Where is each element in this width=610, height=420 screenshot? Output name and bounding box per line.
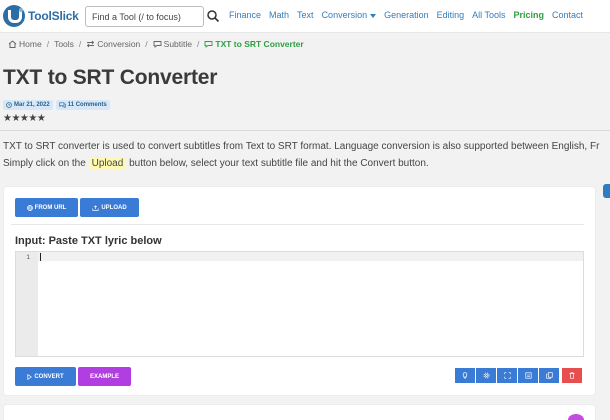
date-badge: Mar 21, 2022 xyxy=(3,100,53,110)
breadcrumb-home-label: Home xyxy=(19,39,42,49)
nav-contact[interactable]: Contact xyxy=(552,10,583,20)
nav-text[interactable]: Text xyxy=(297,10,314,20)
top-navbar: ToolSlick Finance Math Text Conversion G… xyxy=(0,0,610,33)
upload-button[interactable]: UPLOAD xyxy=(80,198,139,217)
rating-stars[interactable]: ★★★★★ xyxy=(3,113,46,124)
page-title: TXT to SRT Converter xyxy=(3,66,218,89)
example-label: EXAMPLE xyxy=(89,373,119,380)
search-icon[interactable] xyxy=(206,9,220,23)
tips-button[interactable] xyxy=(455,368,475,383)
upload-icon xyxy=(92,204,99,211)
from-url-button[interactable]: FROM URL xyxy=(15,198,78,217)
comment-icon xyxy=(153,41,162,48)
description-prefix: Simply click on the xyxy=(3,158,86,169)
breadcrumb-current-label: TXT to SRT Converter xyxy=(215,39,304,49)
input-label: Input: Paste TXT lyric below xyxy=(15,235,162,247)
description-suffix: button below, select your text subtitle … xyxy=(129,158,429,169)
nav-conversion[interactable]: Conversion xyxy=(322,10,377,20)
floating-action-button[interactable] xyxy=(568,414,584,420)
meta-badges: Mar 21, 2022 11 Comments xyxy=(3,100,113,110)
lightbulb-icon xyxy=(462,372,468,379)
card-divider xyxy=(11,224,584,225)
breadcrumb-current: TXT to SRT Converter xyxy=(204,39,304,49)
nav-all-tools[interactable]: All Tools xyxy=(472,10,505,20)
text-cursor xyxy=(40,253,41,261)
next-section-card xyxy=(3,404,596,420)
nav-conversion-label: Conversion xyxy=(321,10,368,20)
breadcrumb-separator: / xyxy=(78,39,82,49)
description-line-1: TXT to SRT converter is used to convert … xyxy=(3,141,600,152)
breadcrumb-separator: / xyxy=(197,39,200,49)
toolslick-logo-icon xyxy=(3,5,25,27)
txt-input-editor[interactable]: 1 xyxy=(15,251,584,357)
from-url-label: FROM URL xyxy=(34,204,67,211)
nav-finance[interactable]: Finance xyxy=(229,10,261,20)
line-number: 1 xyxy=(26,254,30,261)
copy-icon xyxy=(545,372,553,379)
breadcrumb-subtitle[interactable]: Subtitle xyxy=(153,39,192,49)
breadcrumb: Home / Tools / Conversion / Subtitle / T… xyxy=(8,39,304,49)
side-feedback-tab[interactable] xyxy=(603,184,610,198)
nav-editing[interactable]: Editing xyxy=(437,10,465,20)
comment-icon xyxy=(204,41,213,48)
date-text: Mar 21, 2022 xyxy=(14,102,50,108)
globe-icon xyxy=(26,204,33,211)
nav-math[interactable]: Math xyxy=(269,10,289,20)
upload-label: UPLOAD xyxy=(101,204,127,211)
fullscreen-icon xyxy=(503,372,511,379)
example-button[interactable]: EXAMPLE xyxy=(78,367,131,386)
nav-pricing[interactable]: Pricing xyxy=(514,10,545,20)
section-divider xyxy=(0,130,610,131)
play-icon xyxy=(27,373,33,380)
settings-button[interactable] xyxy=(476,368,496,383)
comments-badge[interactable]: 11 Comments xyxy=(55,100,110,110)
line-number-gutter: 1 xyxy=(16,252,38,356)
convert-label: CONVERT xyxy=(34,373,64,380)
gear-icon xyxy=(483,372,489,379)
breadcrumb-conversion-label: Conversion xyxy=(97,39,141,49)
trash-icon xyxy=(569,372,575,379)
fullscreen-button[interactable] xyxy=(497,368,517,383)
nav-generation[interactable]: Generation xyxy=(384,10,429,20)
editor-toolbar xyxy=(455,368,583,383)
active-line-highlight xyxy=(38,252,583,261)
breadcrumb-home[interactable]: Home xyxy=(8,39,42,49)
comments-text: 11 Comments xyxy=(67,102,107,108)
chevron-down-icon xyxy=(370,13,377,18)
breadcrumb-conversion[interactable]: Conversion xyxy=(86,39,140,49)
home-icon xyxy=(8,40,17,48)
breadcrumb-separator: / xyxy=(145,39,148,49)
breadcrumb-separator: / xyxy=(46,39,50,49)
convert-button[interactable]: CONVERT xyxy=(15,367,76,386)
upload-highlight: Upload xyxy=(88,158,127,169)
copy-button[interactable] xyxy=(539,368,559,383)
site-logo[interactable]: ToolSlick xyxy=(3,5,79,27)
breadcrumb-subtitle-label: Subtitle xyxy=(163,39,193,49)
search-input[interactable] xyxy=(85,6,204,27)
clear-button[interactable] xyxy=(562,368,582,383)
save-icon xyxy=(524,372,532,379)
save-button[interactable] xyxy=(518,368,538,383)
clock-icon xyxy=(6,102,12,108)
breadcrumb-tools[interactable]: Tools xyxy=(54,39,74,49)
exchange-icon xyxy=(87,40,95,48)
logo-text: ToolSlick xyxy=(28,9,79,23)
description-line-2: Simply click on the Upload button below,… xyxy=(3,158,429,169)
comments-icon xyxy=(58,102,66,108)
main-nav: Finance Math Text Conversion Generation … xyxy=(229,10,591,20)
